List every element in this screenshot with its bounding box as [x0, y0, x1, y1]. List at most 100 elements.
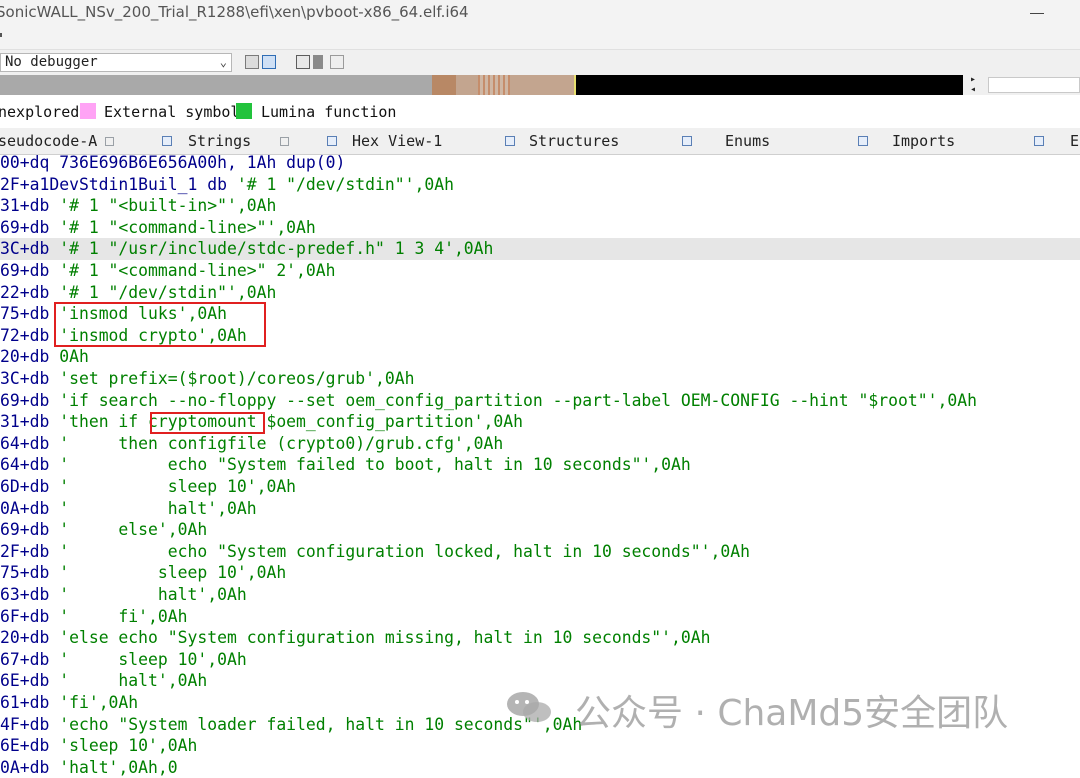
- code-line[interactable]: 64+db ' echo "System failed to boot, hal…: [0, 454, 1080, 476]
- code-line[interactable]: 3C+db 'set prefix=($root)/coreos/grub',0…: [0, 368, 1080, 390]
- code-line[interactable]: 0A+db ' halt',0Ah: [0, 498, 1080, 520]
- code-line-operand: 'then if cryptomount $oem_config_partiti…: [59, 412, 524, 432]
- wechat-logo-icon: [507, 692, 551, 722]
- code-line-operand: ' sleep 10',0Ah: [59, 563, 287, 583]
- start-process-icon[interactable]: [262, 55, 276, 69]
- tab-exports[interactable]: E: [1070, 128, 1079, 154]
- minimize-button[interactable]: [1030, 13, 1044, 14]
- code-line-prefix: 6F+db: [0, 606, 60, 626]
- code-line-prefix: 3C+db: [0, 369, 60, 388]
- nav-band-extra-field[interactable]: [988, 77, 1080, 93]
- nav-segment-unexplored: [0, 75, 432, 95]
- code-line[interactable]: 31+db '# 1 "<built-in>"',0Ah: [0, 195, 1080, 217]
- debugger-options-icon[interactable]: [245, 55, 259, 69]
- code-line-prefix: 61+db: [0, 693, 60, 712]
- code-line[interactable]: 22+db '# 1 "/dev/stdin"',0Ah: [0, 282, 1080, 304]
- code-line-operand: ' halt',0Ah: [59, 585, 247, 604]
- code-line[interactable]: 75+db ' sleep 10',0Ah: [0, 562, 1080, 584]
- tab-close-icon[interactable]: [105, 137, 115, 146]
- debugger-toolbar: No debugger ⌄: [0, 49, 1080, 76]
- tracing-icon[interactable]: [330, 55, 344, 69]
- tab-strings-close[interactable]: [280, 128, 289, 154]
- code-line-operand: ' halt',0Ah: [59, 498, 257, 518]
- tab-imports[interactable]: Imports: [892, 128, 955, 154]
- tab-label: E: [1070, 132, 1080, 150]
- tab-label: Hex View-1: [352, 132, 443, 150]
- code-line-prefix: 69+db: [0, 520, 60, 540]
- nav-current-position-marker: [574, 75, 576, 95]
- hex-view-tab-icon: [327, 136, 337, 146]
- code-line[interactable]: 69+db ' else',0Ah: [0, 519, 1080, 541]
- legend-swatch-external: [80, 103, 96, 119]
- code-line-prefix: 69+db: [0, 390, 60, 410]
- code-line-prefix: 31+db: [0, 196, 60, 216]
- tab-label: Structures: [529, 132, 620, 150]
- tab-structures[interactable]: Structures: [529, 128, 619, 154]
- code-line[interactable]: 63+db ' halt',0Ah: [0, 584, 1080, 606]
- legend-label-external: External symbol: [104, 103, 240, 121]
- code-line-operand: '# 1 "<built-in>"',0Ah: [59, 196, 277, 216]
- nav-segment-black: [575, 75, 963, 95]
- code-line[interactable]: 69+db 'if search --no-floppy --set oem_c…: [0, 390, 1080, 412]
- tab-hex-view[interactable]: Hex View-1: [352, 128, 442, 154]
- code-line-operand: ' halt',0Ah: [59, 671, 208, 691]
- code-line[interactable]: 67+db ' sleep 10',0Ah: [0, 649, 1080, 671]
- code-line-operand: '# 1 "/usr/include/stdc-predef.h" 1 3 4'…: [59, 239, 494, 259]
- code-line[interactable]: 64+db ' then configfile (crypto0)/grub.c…: [0, 433, 1080, 455]
- code-line-operand: 'set prefix=($root)/coreos/grub',0Ah: [59, 369, 415, 388]
- code-line[interactable]: 3C+db '# 1 "/usr/include/stdc-predef.h" …: [0, 238, 1080, 260]
- structures-tab-icon: [505, 136, 515, 146]
- highlight-box-insmod: [54, 302, 266, 347]
- code-line-prefix: 20+db: [0, 628, 60, 648]
- code-line-prefix: 2F+a1DevStdin1Buil_1 db: [0, 174, 237, 194]
- exports-tab-icon: [1034, 136, 1044, 146]
- code-line-prefix: 69+db: [0, 217, 60, 237]
- tab-strings[interactable]: Strings: [188, 128, 251, 154]
- code-line-operand: 'else echo "System configuration missing…: [59, 628, 711, 648]
- menu-fragment: [0, 33, 2, 37]
- code-line-operand: '# 1 "<command-line>" 2',0Ah: [59, 261, 336, 280]
- code-line[interactable]: 2F+a1DevStdin1Buil_1 db '# 1 "/dev/stdin…: [0, 174, 1080, 196]
- code-line-operand: ' echo "System configuration locked, hal…: [59, 541, 750, 561]
- code-line[interactable]: 2F+db ' echo "System configuration locke…: [0, 541, 1080, 563]
- code-line[interactable]: 6D+db ' sleep 10',0Ah: [0, 476, 1080, 498]
- code-line-prefix: 64+db: [0, 433, 60, 453]
- enums-tab-icon: [682, 136, 692, 146]
- navigation-band[interactable]: ▸ ◂: [0, 75, 1080, 95]
- code-line-prefix: 72+db: [0, 325, 60, 345]
- code-line[interactable]: 6E+db 'sleep 10',0Ah: [0, 735, 1080, 757]
- breakpoint-list-icon[interactable]: [296, 55, 310, 69]
- code-line-prefix: 2F+db: [0, 541, 60, 561]
- code-line[interactable]: 20+db 0Ah: [0, 346, 1080, 368]
- code-line[interactable]: 69+db '# 1 "<command-line>" 2',0Ah: [0, 260, 1080, 282]
- step-icon[interactable]: [313, 55, 323, 69]
- tab-bar: seudocode-A Strings Hex View-1 Structure…: [0, 128, 1080, 155]
- nav-scroll-arrows-icon[interactable]: ▸ ◂: [970, 75, 976, 95]
- code-line-operand: 'echo "System loader failed, halt in 10 …: [59, 714, 583, 734]
- watermark-text: 公众号 · ChaMd5安全团队: [575, 693, 1009, 734]
- code-line-operand: ' sleep 10',0Ah: [59, 477, 297, 496]
- code-line-operand: 'fi',0Ah: [59, 693, 139, 712]
- chevron-down-icon[interactable]: ⌄: [220, 54, 227, 71]
- code-line-prefix: 64+db: [0, 455, 60, 475]
- code-line-prefix: 6D+db: [0, 477, 60, 496]
- debugger-select-value: No debugger: [5, 54, 98, 70]
- highlight-box-cryptomount: [150, 412, 265, 434]
- code-line[interactable]: 0A+db 'halt',0Ah,0: [0, 757, 1080, 778]
- nav-segment-data: [456, 75, 574, 95]
- code-line-operand: 0Ah: [59, 347, 89, 367]
- nav-segment-mixed: [478, 75, 510, 95]
- debugger-select[interactable]: No debugger ⌄: [0, 53, 232, 72]
- strings-tab-icon: [162, 136, 172, 146]
- tab-pseudocode[interactable]: seudocode-A: [0, 128, 115, 154]
- code-line-operand: '# 1 "/dev/stdin"',0Ah: [236, 174, 454, 194]
- code-line[interactable]: 00+dq 736E696B6E656A00h, 1Ah dup(0): [0, 152, 1080, 174]
- code-line[interactable]: 69+db '# 1 "<command-line>"',0Ah: [0, 217, 1080, 239]
- tab-close-icon[interactable]: [280, 137, 289, 146]
- code-line-operand: '# 1 "<command-line>"',0Ah: [59, 217, 316, 237]
- code-line[interactable]: 20+db 'else echo "System configuration m…: [0, 627, 1080, 649]
- code-line[interactable]: 6F+db ' fi',0Ah: [0, 606, 1080, 628]
- tab-enums[interactable]: Enums: [725, 128, 770, 154]
- legend-label-lumina: Lumina function: [261, 103, 397, 121]
- code-line-prefix: 63+db: [0, 585, 60, 604]
